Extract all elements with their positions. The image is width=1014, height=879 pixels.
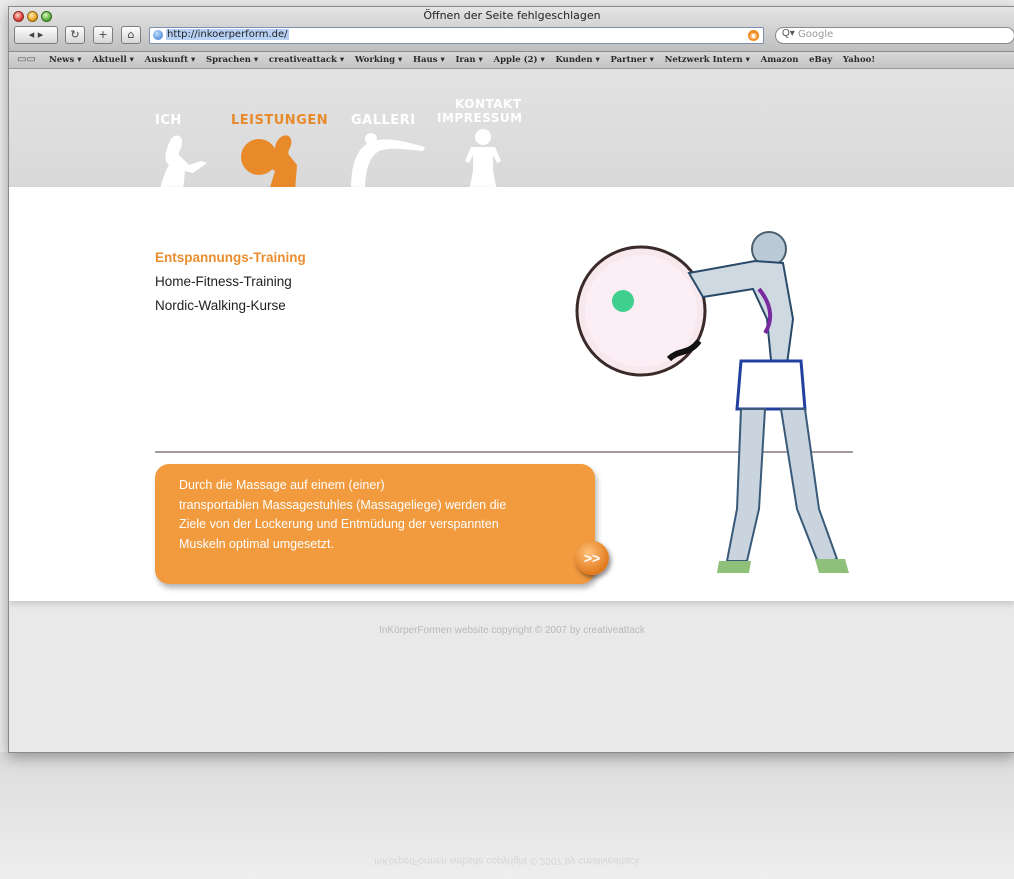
bookmarks-book-icon[interactable]: ▭▭ xyxy=(17,54,36,65)
url-text: http://inkoerperform.de/ xyxy=(166,29,289,40)
search-input[interactable]: Q▾ Google xyxy=(775,27,1014,44)
bookmark-item[interactable]: Partner ▾ xyxy=(611,55,654,65)
home-icon[interactable]: ⌂ xyxy=(121,26,141,44)
web-page: ICH LEISTUNGEN GALLERI KONTAKT IMPRESSUM xyxy=(9,69,1014,752)
nav-leistungen[interactable]: LEISTUNGEN xyxy=(231,114,328,127)
site-navigation: ICH LEISTUNGEN GALLERI KONTAKT IMPRESSUM xyxy=(9,69,1014,191)
bookmark-item[interactable]: eBay xyxy=(809,55,832,65)
search-icon: Q▾ xyxy=(782,28,795,39)
address-bar[interactable]: http://inkoerperform.de/ ◉ xyxy=(149,27,764,44)
bookmark-item[interactable]: Apple (2) ▾ xyxy=(494,55,545,65)
kontakt-silhouette-icon xyxy=(465,129,501,191)
nav-impressum[interactable]: IMPRESSUM xyxy=(437,112,523,125)
bookmark-item[interactable]: Sprachen ▾ xyxy=(206,55,258,65)
bookmark-item[interactable]: Yahoo! xyxy=(843,55,875,65)
menu-nordic-walking-kurse[interactable]: Nordic-Walking-Kurse xyxy=(155,298,286,313)
bookmark-item[interactable]: Amazon xyxy=(761,55,799,65)
bookmark-item[interactable]: Working ▾ xyxy=(355,55,402,65)
bookmark-item[interactable]: Kunden ▾ xyxy=(555,55,599,65)
galleri-silhouette-icon xyxy=(351,133,425,191)
bookmark-item[interactable]: Netzwerk Intern ▾ xyxy=(665,55,750,65)
footer-reflection: InKörperFormen website copyright © 2007 … xyxy=(374,855,640,866)
bookmarks-bar: ▭▭ News ▾ Aktuell ▾ Auskunft ▾ Sprachen … xyxy=(9,52,1014,69)
more-button[interactable]: >> xyxy=(575,541,609,575)
info-text: Durch die Massage auf einem (einer) tran… xyxy=(179,478,507,551)
search-placeholder: Google xyxy=(798,29,834,40)
add-bookmark-icon[interactable]: + xyxy=(93,26,113,44)
leistungen-silhouette-icon xyxy=(241,135,297,191)
menu-entspannungs-training[interactable]: Entspannungs-Training xyxy=(155,250,306,265)
main-content: Entspannungs-Training Home-Fitness-Train… xyxy=(9,187,1014,601)
footer-copyright: InKörperFormen website copyright © 2007 … xyxy=(379,625,645,636)
info-box: Durch die Massage auf einem (einer) tran… xyxy=(155,464,595,584)
browser-window: Öffnen der Seite fehlgeschlagen ◂ ▸ ↻ + … xyxy=(8,6,1014,753)
window-title: Öffnen der Seite fehlgeschlagen xyxy=(423,9,601,22)
nav-kontakt[interactable]: KONTAKT xyxy=(455,98,522,111)
site-globe-icon xyxy=(153,30,163,40)
bookmark-item[interactable]: Aktuell ▾ xyxy=(92,55,134,65)
bookmark-item[interactable]: creativeattack ▾ xyxy=(269,55,344,65)
bookmark-item[interactable]: Auskunft ▾ xyxy=(145,55,196,65)
reload-icon[interactable]: ↻ xyxy=(65,26,85,44)
back-forward-button[interactable]: ◂ ▸ xyxy=(14,26,58,44)
nav-galleri[interactable]: GALLERI xyxy=(351,114,416,127)
bookmark-item[interactable]: News ▾ xyxy=(49,55,82,65)
nav-ich[interactable]: ICH xyxy=(155,114,182,127)
ich-silhouette-icon xyxy=(159,135,207,191)
bookmark-item[interactable]: Iran ▾ xyxy=(455,55,482,65)
menu-home-fitness-training[interactable]: Home-Fitness-Training xyxy=(155,274,292,289)
fitness-ball-illustration xyxy=(575,231,849,573)
title-bar: Öffnen der Seite fehlgeschlagen ◂ ▸ ↻ + … xyxy=(9,7,1014,52)
rss-icon[interactable]: ◉ xyxy=(748,30,759,41)
bookmark-item[interactable]: Haus ▾ xyxy=(413,55,445,65)
